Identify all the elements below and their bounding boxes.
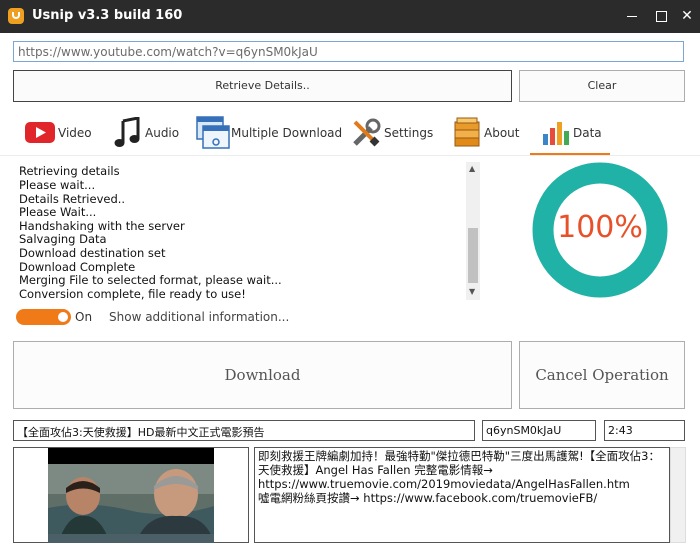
log-line: Please Wait...	[19, 205, 97, 219]
tab-settings[interactable]: Settings	[350, 112, 435, 154]
scrollbar-thumb[interactable]	[468, 228, 478, 283]
tab-audio-label: Audio	[145, 126, 180, 140]
description-scrollbar[interactable]	[670, 447, 686, 543]
title-bar: Usnip v3.3 build 160 ✕	[0, 0, 700, 33]
log-line: Handshaking with the server	[19, 219, 185, 233]
status-log: Retrieving details Please wait... Detail…	[14, 162, 480, 301]
scroll-up-arrow-icon[interactable]: ▲	[469, 164, 475, 173]
log-line: Details Retrieved..	[19, 192, 126, 206]
tab-divider	[0, 155, 700, 156]
download-button[interactable]: Download	[13, 341, 512, 409]
tab-data-label: Data	[573, 126, 602, 140]
log-line: Conversion complete, file ready to use!	[19, 287, 246, 301]
tab-video[interactable]: Video	[24, 112, 104, 154]
progress-percent: 100%	[557, 210, 643, 245]
tab-data[interactable]: Data	[540, 112, 610, 154]
show-additional-info-link[interactable]: Show additional information...	[109, 310, 289, 324]
scroll-down-arrow-icon[interactable]: ▼	[469, 287, 475, 296]
tab-multiple-download[interactable]: Multiple Download	[196, 112, 342, 154]
cancel-operation-button[interactable]: Cancel Operation	[519, 341, 685, 409]
log-line: Merging File to selected format, please …	[19, 273, 282, 287]
bar-chart-icon	[543, 122, 569, 145]
minimize-icon	[627, 16, 637, 17]
toggle-label: On	[75, 310, 93, 324]
video-duration-field[interactable]: 2:43	[604, 420, 685, 441]
window-title: Usnip v3.3 build 160	[32, 8, 183, 23]
log-line: Retrieving details	[19, 164, 120, 178]
app-logo-icon	[8, 8, 24, 24]
tab-video-label: Video	[58, 126, 92, 140]
video-description[interactable]: 即刻救援王牌編劇加持！最強特勤"傑拉德巴特勒"三度出馬護駕!【全面攻佔3： 天使…	[254, 447, 670, 543]
tab-multiple-download-label: Multiple Download	[231, 126, 343, 140]
music-note-icon	[114, 117, 140, 147]
log-scrollbar[interactable]: ▲ ▼	[466, 162, 480, 300]
log-line: Download destination set	[19, 246, 166, 260]
close-icon: ✕	[681, 8, 693, 24]
books-icon	[454, 117, 480, 147]
video-title-field[interactable]: 【全面攻佔3:天使救援】HD最新中文正式電影預告	[13, 420, 475, 441]
description-line: 天使救援】Angel Has Fallen 完整電影情報→	[258, 463, 493, 477]
clear-button[interactable]: Clear	[519, 70, 685, 102]
tab-settings-label: Settings	[384, 126, 434, 140]
tab-audio[interactable]: Audio	[112, 112, 182, 154]
log-line: Please wait...	[19, 178, 96, 192]
url-input[interactable]	[13, 41, 684, 62]
tab-about-label: About	[484, 126, 520, 140]
log-line: Download Complete	[19, 260, 136, 274]
wrench-screwdriver-icon	[353, 118, 381, 147]
tab-about[interactable]: About	[452, 112, 522, 154]
description-line: https://www.truemovie.com/2019moviedata/…	[258, 477, 630, 491]
thumbnail-image	[48, 448, 214, 543]
description-line: 噓電網粉絲頁按讚→ https://www.facebook.com/truem…	[258, 491, 598, 505]
video-thumbnail	[48, 448, 214, 543]
active-tab-indicator	[530, 153, 610, 155]
description-line: 即刻救援王牌編劇加持！最強特勤"傑拉德巴特勒"三度出馬護駕!【全面攻佔3：	[258, 449, 661, 463]
toggle-knob	[58, 312, 68, 322]
close-button[interactable]: ✕	[664, 0, 700, 33]
toggle-switch[interactable]	[16, 309, 71, 325]
youtube-play-icon	[25, 122, 55, 143]
log-line: Salvaging Data	[19, 232, 107, 246]
video-id-field[interactable]: q6ynSM0kJaU	[482, 420, 596, 441]
retrieve-details-button[interactable]: Retrieve Details..	[13, 70, 512, 102]
multiple-windows-icon	[196, 116, 230, 149]
